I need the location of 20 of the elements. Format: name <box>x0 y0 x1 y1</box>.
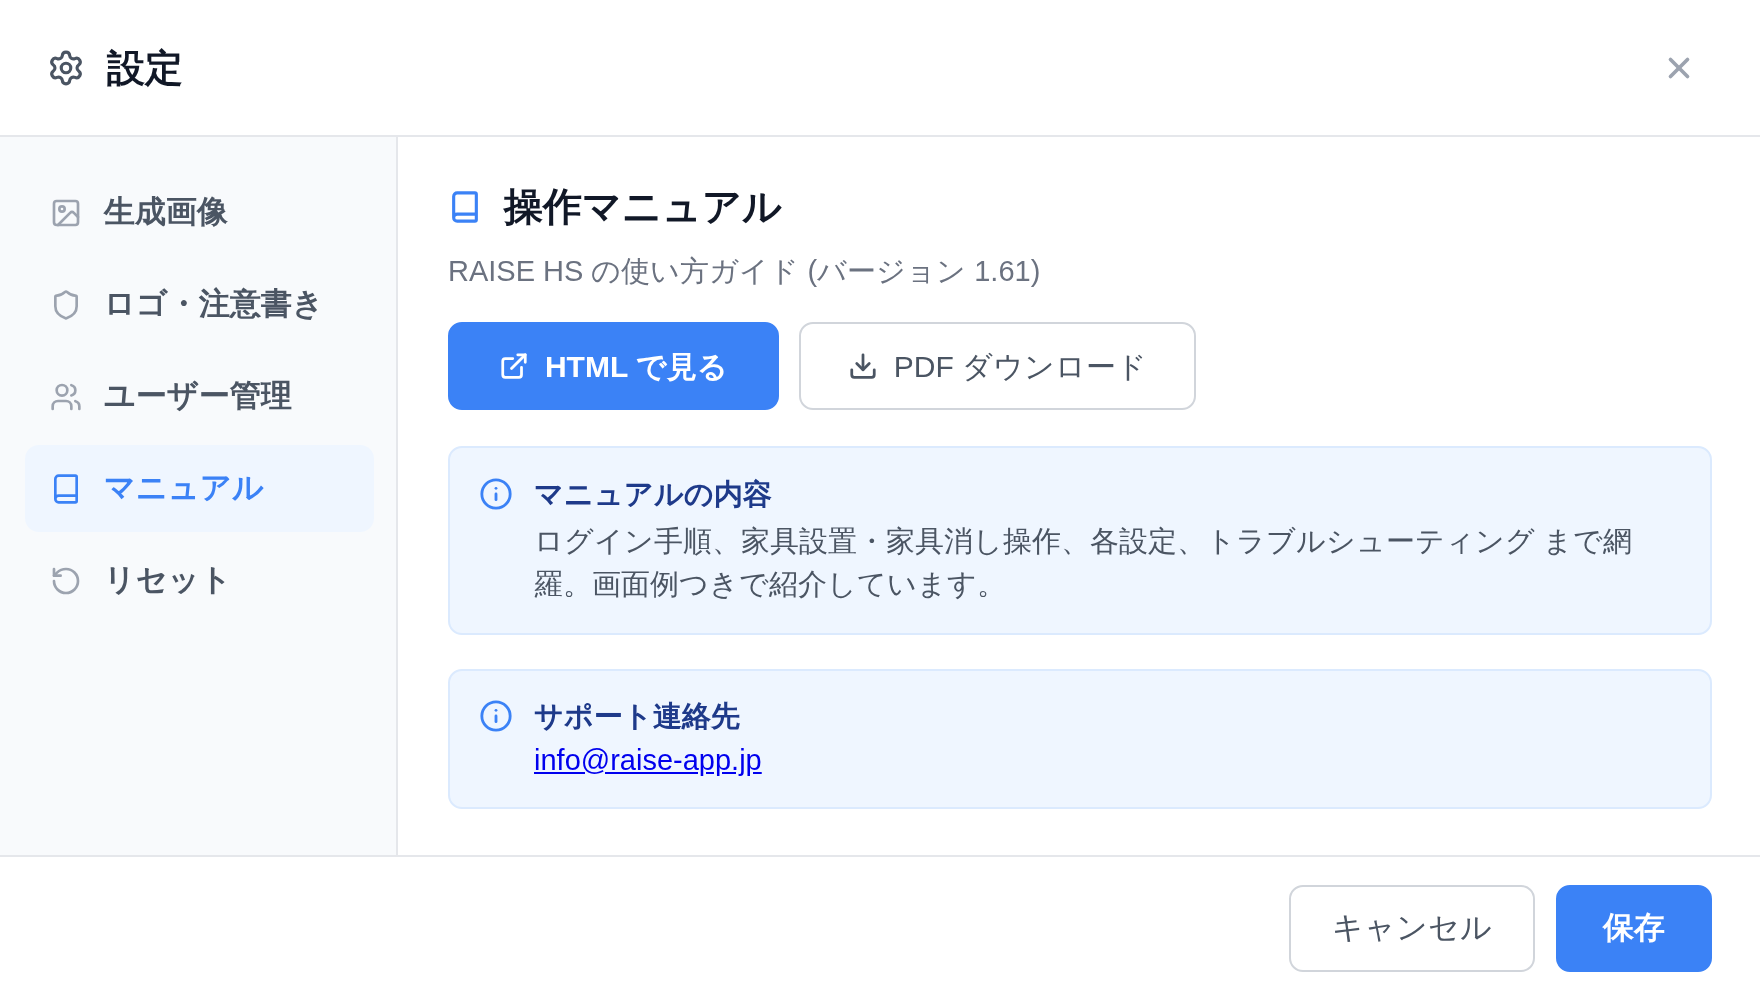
external-link-icon <box>498 351 529 381</box>
cancel-button[interactable]: キャンセル <box>1289 885 1535 972</box>
download-pdf-button[interactable]: PDF ダウンロード <box>799 322 1196 410</box>
download-icon <box>847 351 878 381</box>
info-title: サポート連絡先 <box>534 699 740 734</box>
view-html-button[interactable]: HTML で見る <box>448 322 779 410</box>
section-title: 操作マニュアル <box>504 184 782 230</box>
email-link[interactable]: info@raise-app.jp <box>534 739 762 782</box>
info-title: マニュアルの内容 <box>534 477 772 512</box>
dialog-title: 設定 <box>107 45 183 91</box>
sidebar-item[interactable]: リセット <box>25 537 374 624</box>
info-text: ログイン手順、家具設置・家具消し操作、各設定、トラブルシューティング まで網羅。画面例つきで紹介しています。 <box>534 524 1634 602</box>
info-icon <box>479 477 513 511</box>
sidebar-item[interactable]: ユーザー管理 <box>25 353 374 440</box>
settings-icon <box>47 48 85 87</box>
sidebar-item[interactable]: ロゴ・注意書き <box>25 261 374 348</box>
section-subtitle: RAISE HS の使い方ガイド (バージョン 1.61) <box>448 254 1041 289</box>
info-icon <box>479 699 513 733</box>
sidebar-item[interactable]: 生成画像 <box>25 169 374 256</box>
save-button[interactable]: 保存 <box>1556 885 1712 972</box>
